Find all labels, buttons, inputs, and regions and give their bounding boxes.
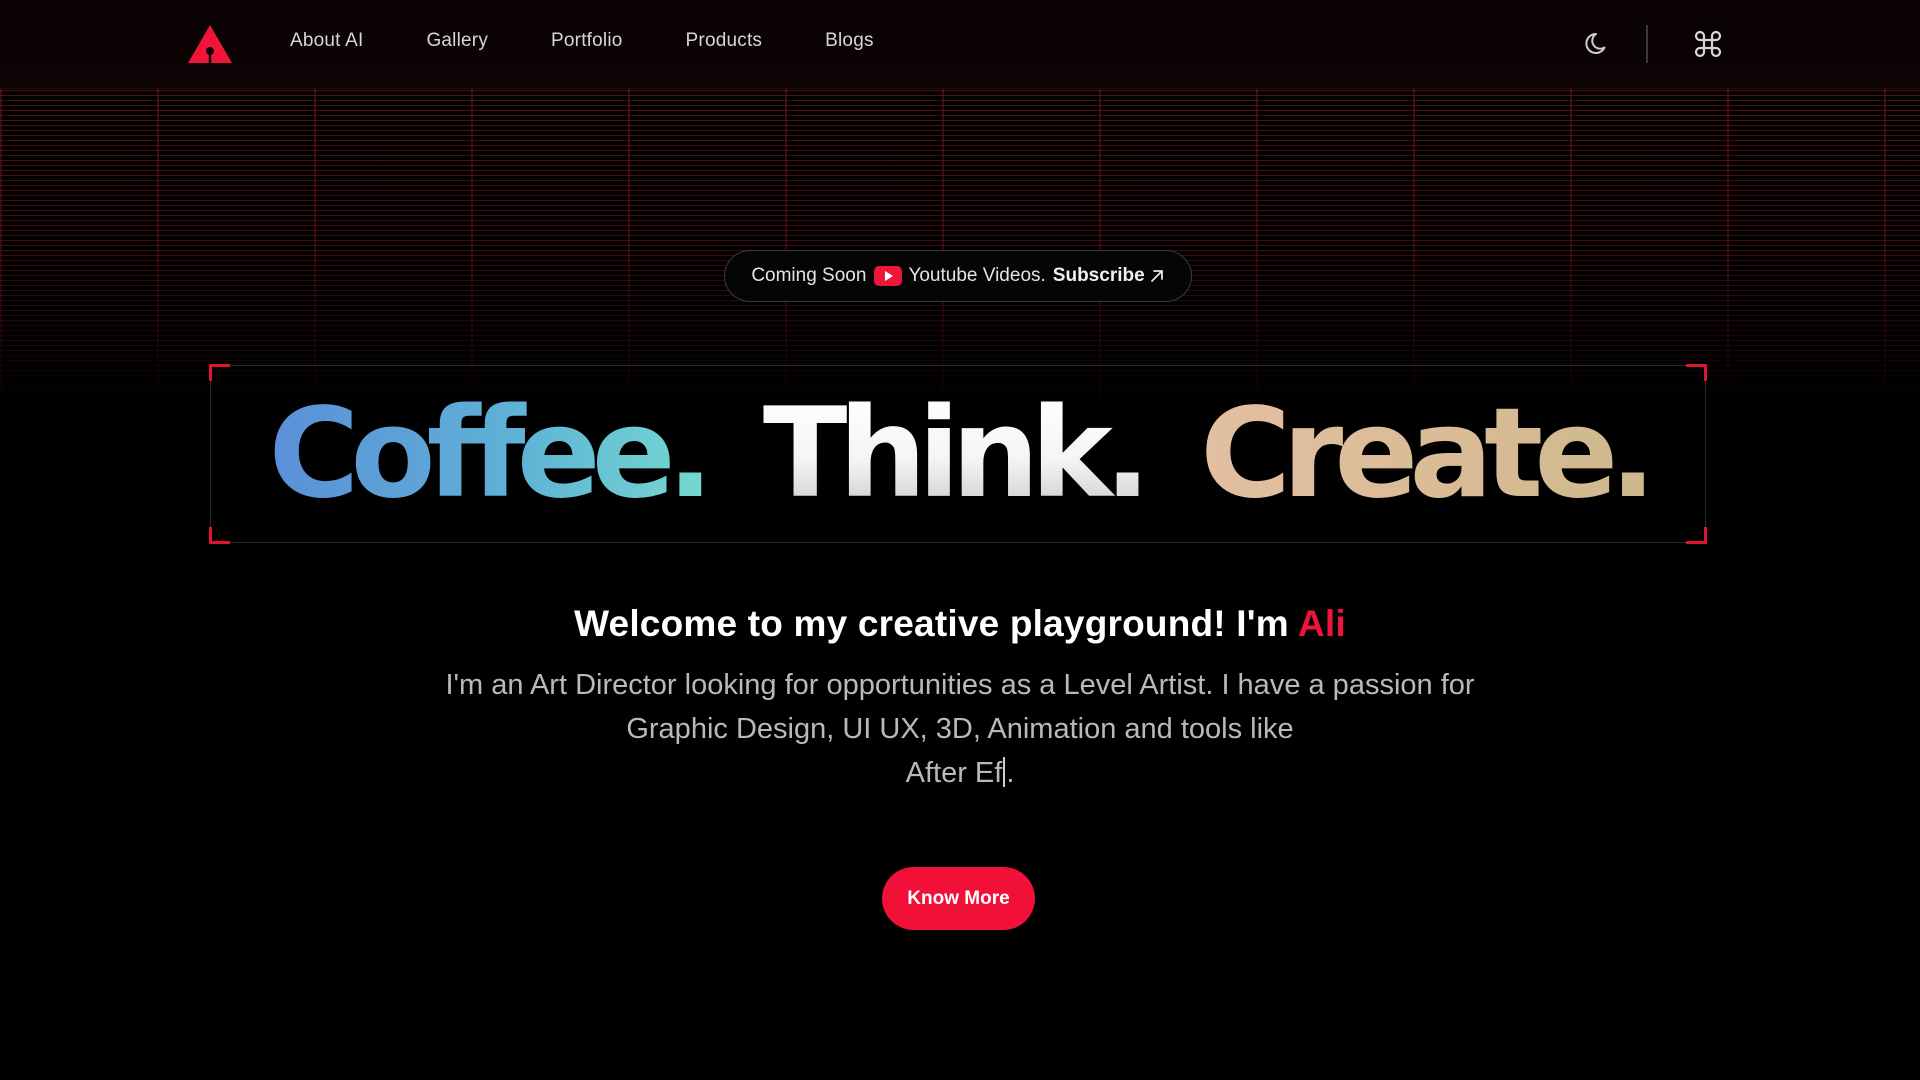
page: About AI Gallery Portfolio Products Blog… bbox=[0, 0, 1920, 1080]
nav-divider bbox=[1646, 25, 1648, 63]
author-name: Ali bbox=[1298, 602, 1346, 644]
welcome-heading: Welcome to my creative playground! I'm A… bbox=[0, 603, 1920, 645]
hero-headline: Coffee. Think. Create. bbox=[211, 366, 1705, 542]
nav-link-products[interactable]: Products bbox=[686, 30, 763, 52]
hero-title-box: Coffee. Think. Create. bbox=[209, 364, 1707, 544]
know-more-button[interactable]: Know More bbox=[882, 867, 1035, 930]
hero-word-create: Create. bbox=[1200, 382, 1656, 526]
description-line-3-end: . bbox=[1006, 757, 1015, 789]
nav-link-gallery[interactable]: Gallery bbox=[426, 30, 488, 52]
announcement-pill[interactable]: Coming Soon Youtube Videos. Subscribe bbox=[724, 250, 1192, 302]
description-line-2: Graphic Design, UI UX, 3D, Animation and… bbox=[626, 713, 1294, 745]
nav-actions bbox=[1576, 22, 1730, 66]
announcement-text: Youtube Videos. bbox=[908, 265, 1046, 286]
nav-link-about-ai[interactable]: About AI bbox=[290, 30, 363, 52]
command-key-icon[interactable] bbox=[1686, 22, 1730, 66]
welcome-text: Welcome to my creative playground! I'm bbox=[574, 602, 1298, 644]
nav-link-blogs[interactable]: Blogs bbox=[825, 30, 874, 52]
nav-link-portfolio[interactable]: Portfolio bbox=[551, 30, 623, 52]
announcement-prefix: Coming Soon bbox=[751, 265, 867, 286]
hero-word-think: Think. bbox=[762, 382, 1151, 526]
youtube-icon bbox=[874, 266, 903, 286]
moon-icon[interactable] bbox=[1576, 22, 1620, 66]
description-line-1: I'm an Art Director looking for opportun… bbox=[445, 669, 1475, 701]
typing-cursor bbox=[1003, 757, 1006, 787]
description-line-3-typed: After Ef bbox=[905, 757, 1003, 789]
hero-word-coffee: Coffee. bbox=[268, 382, 713, 526]
triangle-logo-icon[interactable] bbox=[187, 24, 233, 64]
intro-description: I'm an Art Director looking for opportun… bbox=[380, 663, 1540, 795]
nav-links: About AI Gallery Portfolio Products Blog… bbox=[290, 30, 937, 52]
subscribe-link[interactable]: Subscribe bbox=[1053, 265, 1145, 287]
top-nav: About AI Gallery Portfolio Products Blog… bbox=[0, 0, 1920, 89]
arrow-up-right-icon bbox=[1149, 268, 1165, 284]
